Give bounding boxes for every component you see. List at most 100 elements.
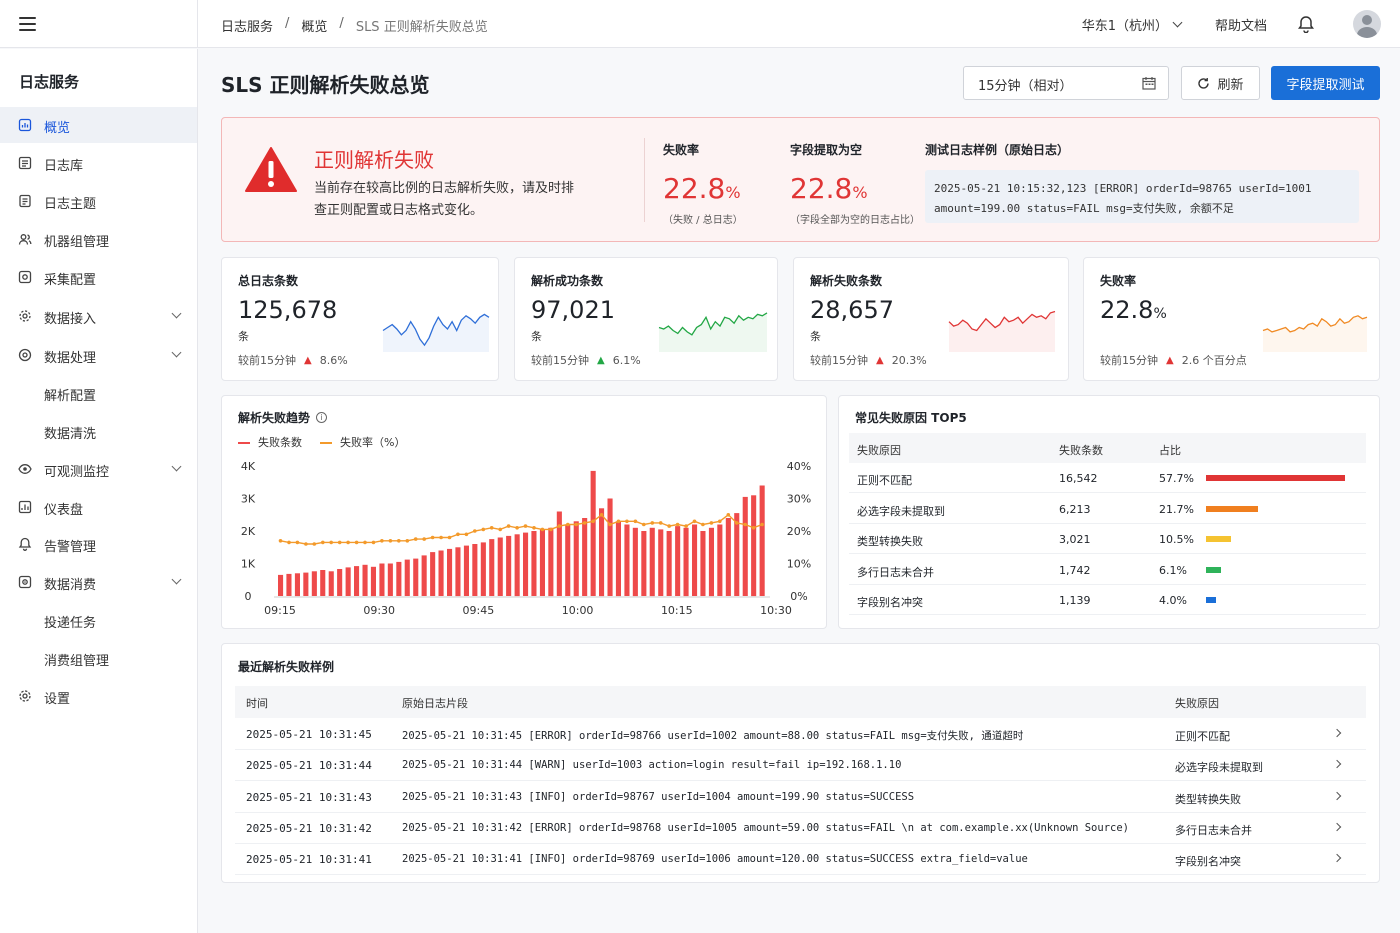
table-row[interactable]: 2025-05-21 10:31:42 2025-05-21 10:31:42 [… — [235, 813, 1366, 844]
pct-cell: 4.0% — [1159, 594, 1187, 607]
stat-compare-label: 较前15分钟 — [238, 354, 296, 367]
stat-value-unit: % — [1153, 306, 1167, 322]
sidebar-item-label: 采集配置 — [44, 273, 97, 288]
bar-mark — [463, 545, 469, 596]
sidebar-item[interactable]: 数据消费 — [0, 564, 197, 600]
reason-cell: 正则不匹配 — [1175, 730, 1230, 743]
sidebar: 日志服务 概览 日志库日志主题机器组管理采集配置数据接入数据处理解析配置数据清洗可… — [0, 49, 198, 933]
stat-compare: 较前15分钟 ▲ 20.3% — [810, 352, 927, 368]
table-row[interactable]: 类型转换失败 3,021 10.5% — [849, 524, 1366, 554]
avatar[interactable] — [1353, 10, 1381, 38]
table-row[interactable]: 2025-05-21 10:31:43 2025-05-21 10:31:43 [… — [235, 782, 1366, 813]
bar-mark — [582, 518, 588, 596]
table-row[interactable]: 字段别名冲突 1,139 4.0% — [849, 585, 1366, 615]
breadcrumb-item[interactable]: 日志服务 — [221, 16, 273, 35]
field-extract-test-button[interactable]: 字段提取测试 — [1271, 66, 1380, 100]
rate-point — [523, 524, 528, 528]
fail-rate-metric: 失败率 22.8% （失败 / 总日志） — [663, 141, 743, 226]
sidebar-item[interactable]: 数据处理 — [0, 337, 197, 373]
sidebar-item[interactable]: 仪表盘 — [0, 489, 197, 525]
table-row[interactable]: 2025-05-21 10:31:44 2025-05-21 10:31:44 [… — [235, 750, 1366, 782]
sidebar-item[interactable]: 解析配置 — [0, 375, 197, 411]
stat-compare: 较前15分钟 ▲ 8.6% — [238, 352, 348, 368]
count-cell: 16,542 — [1059, 472, 1098, 485]
sidebar-item[interactable]: 日志库 — [0, 145, 197, 181]
time-cell: 2025-05-21 10:31:42 — [246, 821, 372, 835]
sidebar-item[interactable]: 数据清洗 — [0, 413, 197, 449]
sidebar-item[interactable]: 数据接入 — [0, 298, 197, 334]
users-icon — [18, 234, 32, 245]
sidebar-item[interactable]: 可观测监控 — [0, 451, 197, 487]
region-selector[interactable]: 华东1（杭州） — [1082, 15, 1168, 34]
sidebar-item[interactable]: 采集配置 — [0, 259, 197, 295]
sidebar-item-label: 数据接入 — [44, 312, 97, 327]
count-cell: 1,139 — [1059, 594, 1091, 607]
sidebar-item[interactable]: 日志主题 — [0, 183, 197, 219]
pct-cell: 21.7% — [1159, 502, 1194, 516]
rate-point — [312, 542, 317, 546]
pct-bar — [1206, 475, 1345, 481]
rate-point — [582, 521, 587, 525]
table-row[interactable]: 多行日志未合并 1,742 6.1% — [849, 555, 1366, 585]
sidebar-item[interactable]: 投递任务 — [0, 602, 197, 638]
bell-icon[interactable] — [1297, 15, 1315, 33]
breadcrumb-item[interactable]: 概览 — [301, 16, 327, 35]
chevron-right-icon[interactable] — [1332, 728, 1342, 738]
sidebar-item[interactable]: 告警管理 — [0, 526, 197, 562]
rate-point — [354, 540, 359, 545]
rate-point — [718, 519, 722, 524]
table-row[interactable]: 正则不匹配 16,542 57.7% — [849, 463, 1366, 493]
rate-point — [278, 539, 283, 543]
chevron-down-icon[interactable] — [171, 347, 182, 358]
sidebar-item-label: 消费组管理 — [44, 654, 110, 669]
bell-icon — [18, 537, 32, 551]
sidebar-item[interactable]: 消费组管理 — [0, 640, 197, 676]
chevron-right-icon[interactable] — [1332, 791, 1342, 800]
chevron-down-icon[interactable] — [1172, 17, 1183, 27]
stat-compare-label: 较前15分钟 — [810, 354, 868, 367]
table-row[interactable]: 2025-05-21 10:31:41 2025-05-21 10:31:41 [… — [235, 844, 1366, 876]
chevron-down-icon[interactable] — [171, 574, 182, 585]
refresh-button[interactable]: 刷新 — [1181, 66, 1260, 100]
table-row[interactable]: 2025-05-21 10:31:45 2025-05-21 10:31:45 [… — [235, 719, 1366, 750]
time-cell: 2025-05-21 10:31:43 — [246, 790, 372, 804]
menu-icon[interactable] — [19, 17, 36, 31]
chevron-right-icon[interactable] — [1332, 822, 1342, 832]
rate-point — [667, 524, 671, 528]
sparkline-chart — [658, 312, 768, 352]
bar-mark — [565, 524, 571, 596]
sidebar-title: 日志服务 — [19, 73, 80, 91]
bar-mark — [607, 498, 613, 596]
sidebar-item-label: 可观测监控 — [44, 465, 110, 480]
rate-point — [397, 539, 401, 543]
table-row[interactable]: 必选字段未提取到 6,213 21.7% — [849, 494, 1366, 524]
x-tick-label: 10:15 — [661, 604, 693, 617]
y-tick-label: 3K — [241, 493, 256, 506]
time-cell: 2025-05-21 10:31:41 — [246, 853, 372, 867]
refresh-icon — [1198, 77, 1210, 89]
rate-point — [734, 521, 739, 525]
rate-point — [515, 526, 519, 530]
chevron-down-icon[interactable] — [171, 308, 182, 319]
sidebar-item-label: 解析配置 — [44, 389, 97, 404]
alert-divider — [644, 138, 645, 222]
sidebar-item-label: 日志主题 — [44, 197, 97, 212]
warning-icon — [245, 147, 297, 192]
sidebar-item[interactable]: 设置 — [0, 678, 197, 714]
alert-title: 正则解析失败 — [314, 148, 434, 172]
stat-card: 解析成功条数 97,021 条较前15分钟 ▲ 6.1% — [514, 257, 778, 381]
bar-mark — [447, 548, 453, 596]
chevron-right-icon[interactable] — [1332, 853, 1342, 863]
sidebar-item-label: 设置 — [44, 692, 71, 707]
bar-mark — [514, 534, 520, 597]
rate-point — [684, 524, 688, 528]
chevron-down-icon[interactable] — [171, 461, 182, 472]
calendar-icon — [1142, 77, 1156, 90]
time-range-picker[interactable]: 15分钟（相对） — [963, 66, 1169, 100]
chevron-right-icon[interactable] — [1332, 760, 1342, 769]
sample-log: 测试日志样例（原始日志） 2025-05-21 10:15:32,123 [ER… — [925, 141, 1359, 223]
sidebar-item[interactable]: 概览 — [0, 107, 197, 143]
bar-mark — [539, 529, 545, 596]
help-docs-link[interactable]: 帮助文档 — [1215, 15, 1267, 34]
sidebar-item[interactable]: 机器组管理 — [0, 221, 197, 257]
